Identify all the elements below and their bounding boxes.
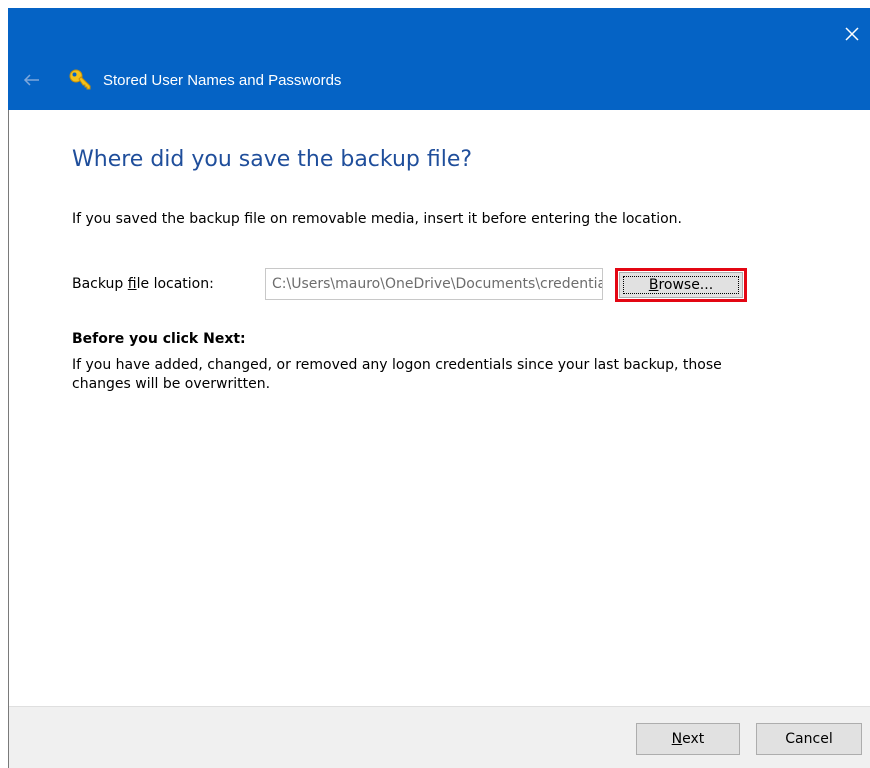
- button-bar: [9, 706, 870, 768]
- label-part-1: Backup: [72, 276, 128, 292]
- intro-text: If you saved the backup file on removabl…: [72, 211, 682, 227]
- backup-location-input[interactable]: C:\Users\mauro\OneDrive\Documents\creden…: [265, 268, 603, 300]
- backup-location-label: Backup file location:: [72, 276, 214, 292]
- browse-button[interactable]: Browse...: [619, 272, 743, 298]
- next-label: ext: [682, 731, 705, 747]
- window-shadow: [0, 110, 8, 768]
- window-title: Stored User Names and Passwords: [103, 72, 342, 89]
- note-text: If you have added, changed, or removed a…: [72, 357, 722, 392]
- cancel-button[interactable]: Cancel: [756, 723, 862, 755]
- back-arrow-icon[interactable]: [22, 72, 42, 88]
- next-accelerator: N: [671, 731, 683, 747]
- key-icon: [68, 68, 92, 92]
- close-icon[interactable]: [842, 24, 862, 44]
- label-accelerator: f: [127, 276, 137, 292]
- focus-rect: [623, 276, 739, 294]
- window-border: [8, 110, 9, 768]
- wizard-window: Stored User Names and Passwords Where di…: [0, 0, 870, 768]
- page-heading: Where did you save the backup file?: [72, 147, 473, 172]
- label-part-2: ile location:: [136, 276, 214, 292]
- next-button[interactable]: Next: [636, 723, 740, 755]
- note-heading: Before you click Next:: [72, 331, 246, 347]
- title-bar: Stored User Names and Passwords: [8, 8, 870, 110]
